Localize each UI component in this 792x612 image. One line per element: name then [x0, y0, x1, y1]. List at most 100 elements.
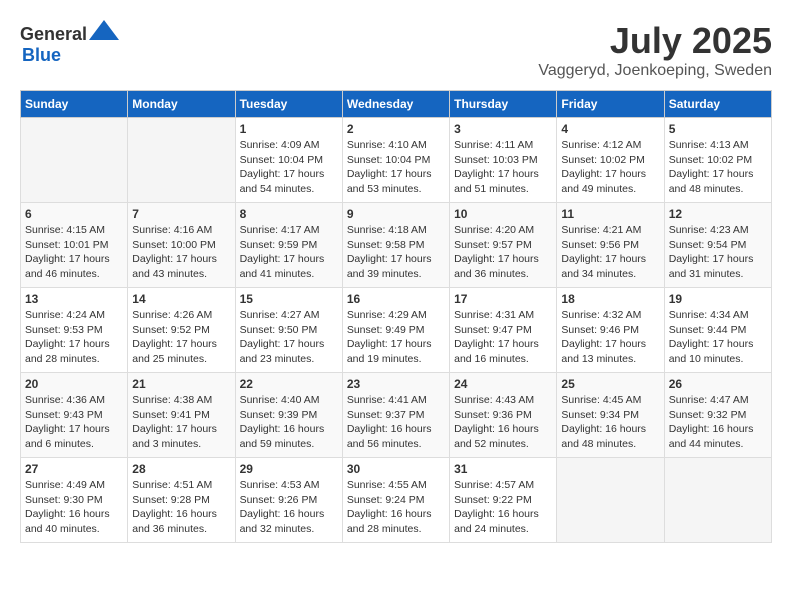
day-number: 9	[347, 207, 445, 221]
calendar-cell: 30Sunrise: 4:55 AM Sunset: 9:24 PM Dayli…	[342, 458, 449, 543]
day-detail: Sunrise: 4:18 AM Sunset: 9:58 PM Dayligh…	[347, 223, 445, 282]
day-number: 8	[240, 207, 338, 221]
day-detail: Sunrise: 4:09 AM Sunset: 10:04 PM Daylig…	[240, 138, 338, 197]
day-number: 24	[454, 377, 552, 391]
day-detail: Sunrise: 4:27 AM Sunset: 9:50 PM Dayligh…	[240, 308, 338, 367]
day-detail: Sunrise: 4:40 AM Sunset: 9:39 PM Dayligh…	[240, 393, 338, 452]
day-number: 28	[132, 462, 230, 476]
day-number: 3	[454, 122, 552, 136]
calendar-cell: 24 Sunrise: 4:43 AM Sunset: 9:36 PM Dayli…	[450, 373, 557, 458]
day-detail: Sunrise: 4:49 AM Sunset: 9:30 PM Dayligh…	[25, 478, 123, 537]
weekday-header-friday: Friday	[557, 91, 664, 118]
calendar-cell: 20Sunrise: 4:36 AM Sunset: 9:43 PM Dayli…	[21, 373, 128, 458]
day-number: 14	[132, 292, 230, 306]
day-number: 18	[561, 292, 659, 306]
logo: General Blue	[20, 20, 119, 66]
logo-blue: Blue	[22, 45, 61, 65]
day-number: 5	[669, 122, 767, 136]
day-number: 16	[347, 292, 445, 306]
day-detail: Sunrise: 4:21 AM Sunset: 9:56 PM Dayligh…	[561, 223, 659, 282]
calendar-cell	[557, 458, 664, 543]
calendar-cell: 7 Sunrise: 4:16 AM Sunset: 10:00 PM Dayli…	[128, 203, 235, 288]
day-detail: Sunrise: 4:24 AM Sunset: 9:53 PM Dayligh…	[25, 308, 123, 367]
day-detail: Sunrise: 4:17 AM Sunset: 9:59 PM Dayligh…	[240, 223, 338, 282]
calendar-week-3: 13 Sunrise: 4:24 AM Sunset: 9:53 PM Dayli…	[21, 288, 772, 373]
calendar-table: SundayMondayTuesdayWednesdayThursdayFrid…	[20, 90, 772, 543]
calendar-cell: 16 Sunrise: 4:29 AM Sunset: 9:49 PM Dayli…	[342, 288, 449, 373]
day-detail: Sunrise: 4:23 AM Sunset: 9:54 PM Dayligh…	[669, 223, 767, 282]
calendar-cell: 4Sunrise: 4:12 AM Sunset: 10:02 PM Dayli…	[557, 118, 664, 203]
month-title: July 2025	[538, 20, 772, 62]
day-detail: Sunrise: 4:20 AM Sunset: 9:57 PM Dayligh…	[454, 223, 552, 282]
calendar-cell: 29Sunrise: 4:53 AM Sunset: 9:26 PM Dayli…	[235, 458, 342, 543]
day-detail: Sunrise: 4:57 AM Sunset: 9:22 PM Dayligh…	[454, 478, 552, 537]
day-number: 17	[454, 292, 552, 306]
day-number: 6	[25, 207, 123, 221]
day-number: 27	[25, 462, 123, 476]
day-detail: Sunrise: 4:34 AM Sunset: 9:44 PM Dayligh…	[669, 308, 767, 367]
calendar-cell: 21Sunrise: 4:38 AM Sunset: 9:41 PM Dayli…	[128, 373, 235, 458]
page-header: General Blue July 2025 Vaggeryd, Joenkoe…	[20, 20, 772, 80]
calendar-cell: 13 Sunrise: 4:24 AM Sunset: 9:53 PM Dayli…	[21, 288, 128, 373]
calendar-cell	[664, 458, 771, 543]
calendar-week-1: 1Sunrise: 4:09 AM Sunset: 10:04 PM Dayli…	[21, 118, 772, 203]
calendar-cell: 2 Sunrise: 4:10 AM Sunset: 10:04 PM Dayli…	[342, 118, 449, 203]
calendar-cell: 10 Sunrise: 4:20 AM Sunset: 9:57 PM Dayli…	[450, 203, 557, 288]
weekday-header-sunday: Sunday	[21, 91, 128, 118]
day-detail: Sunrise: 4:53 AM Sunset: 9:26 PM Dayligh…	[240, 478, 338, 537]
day-number: 22	[240, 377, 338, 391]
day-detail: Sunrise: 4:10 AM Sunset: 10:04 PM Daylig…	[347, 138, 445, 197]
day-detail: Sunrise: 4:26 AM Sunset: 9:52 PM Dayligh…	[132, 308, 230, 367]
calendar-cell: 1Sunrise: 4:09 AM Sunset: 10:04 PM Dayli…	[235, 118, 342, 203]
day-detail: Sunrise: 4:45 AM Sunset: 9:34 PM Dayligh…	[561, 393, 659, 452]
calendar-cell: 25 Sunrise: 4:45 AM Sunset: 9:34 PM Dayli…	[557, 373, 664, 458]
calendar-cell: 23Sunrise: 4:41 AM Sunset: 9:37 PM Dayli…	[342, 373, 449, 458]
day-detail: Sunrise: 4:32 AM Sunset: 9:46 PM Dayligh…	[561, 308, 659, 367]
weekday-header-monday: Monday	[128, 91, 235, 118]
day-number: 10	[454, 207, 552, 221]
calendar-week-2: 6 Sunrise: 4:15 AM Sunset: 10:01 PM Dayli…	[21, 203, 772, 288]
weekday-header-saturday: Saturday	[664, 91, 771, 118]
day-number: 12	[669, 207, 767, 221]
day-number: 7	[132, 207, 230, 221]
calendar-week-4: 20Sunrise: 4:36 AM Sunset: 9:43 PM Dayli…	[21, 373, 772, 458]
day-number: 13	[25, 292, 123, 306]
day-number: 21	[132, 377, 230, 391]
day-number: 31	[454, 462, 552, 476]
calendar-cell: 19 Sunrise: 4:34 AM Sunset: 9:44 PM Dayli…	[664, 288, 771, 373]
calendar-week-5: 27 Sunrise: 4:49 AM Sunset: 9:30 PM Dayli…	[21, 458, 772, 543]
day-number: 11	[561, 207, 659, 221]
calendar-cell: 27 Sunrise: 4:49 AM Sunset: 9:30 PM Dayli…	[21, 458, 128, 543]
logo-icon	[89, 20, 119, 40]
calendar-cell: 14 Sunrise: 4:26 AM Sunset: 9:52 PM Dayli…	[128, 288, 235, 373]
logo-text: General Blue	[20, 20, 119, 66]
day-number: 19	[669, 292, 767, 306]
day-detail: Sunrise: 4:43 AM Sunset: 9:36 PM Dayligh…	[454, 393, 552, 452]
day-number: 2	[347, 122, 445, 136]
weekday-header-thursday: Thursday	[450, 91, 557, 118]
location-title: Vaggeryd, Joenkoeping, Sweden	[538, 62, 772, 80]
day-number: 25	[561, 377, 659, 391]
calendar-cell: 11 Sunrise: 4:21 AM Sunset: 9:56 PM Dayli…	[557, 203, 664, 288]
day-detail: Sunrise: 4:16 AM Sunset: 10:00 PM Daylig…	[132, 223, 230, 282]
calendar-cell: 28 Sunrise: 4:51 AM Sunset: 9:28 PM Dayli…	[128, 458, 235, 543]
calendar-cell: 17Sunrise: 4:31 AM Sunset: 9:47 PM Dayli…	[450, 288, 557, 373]
calendar-cell: 8 Sunrise: 4:17 AM Sunset: 9:59 PM Daylig…	[235, 203, 342, 288]
calendar-cell: 31 Sunrise: 4:57 AM Sunset: 9:22 PM Dayli…	[450, 458, 557, 543]
calendar-cell	[128, 118, 235, 203]
day-number: 20	[25, 377, 123, 391]
calendar-cell: 9 Sunrise: 4:18 AM Sunset: 9:58 PM Daylig…	[342, 203, 449, 288]
day-detail: Sunrise: 4:51 AM Sunset: 9:28 PM Dayligh…	[132, 478, 230, 537]
day-detail: Sunrise: 4:29 AM Sunset: 9:49 PM Dayligh…	[347, 308, 445, 367]
calendar-cell: 22 Sunrise: 4:40 AM Sunset: 9:39 PM Dayli…	[235, 373, 342, 458]
day-detail: Sunrise: 4:13 AM Sunset: 10:02 PM Daylig…	[669, 138, 767, 197]
day-number: 23	[347, 377, 445, 391]
day-detail: Sunrise: 4:15 AM Sunset: 10:01 PM Daylig…	[25, 223, 123, 282]
weekday-header-wednesday: Wednesday	[342, 91, 449, 118]
day-detail: Sunrise: 4:55 AM Sunset: 9:24 PM Dayligh…	[347, 478, 445, 537]
weekday-header-tuesday: Tuesday	[235, 91, 342, 118]
day-detail: Sunrise: 4:12 AM Sunset: 10:02 PM Daylig…	[561, 138, 659, 197]
calendar-cell: 6 Sunrise: 4:15 AM Sunset: 10:01 PM Dayli…	[21, 203, 128, 288]
calendar-cell: 12 Sunrise: 4:23 AM Sunset: 9:54 PM Dayli…	[664, 203, 771, 288]
day-number: 15	[240, 292, 338, 306]
